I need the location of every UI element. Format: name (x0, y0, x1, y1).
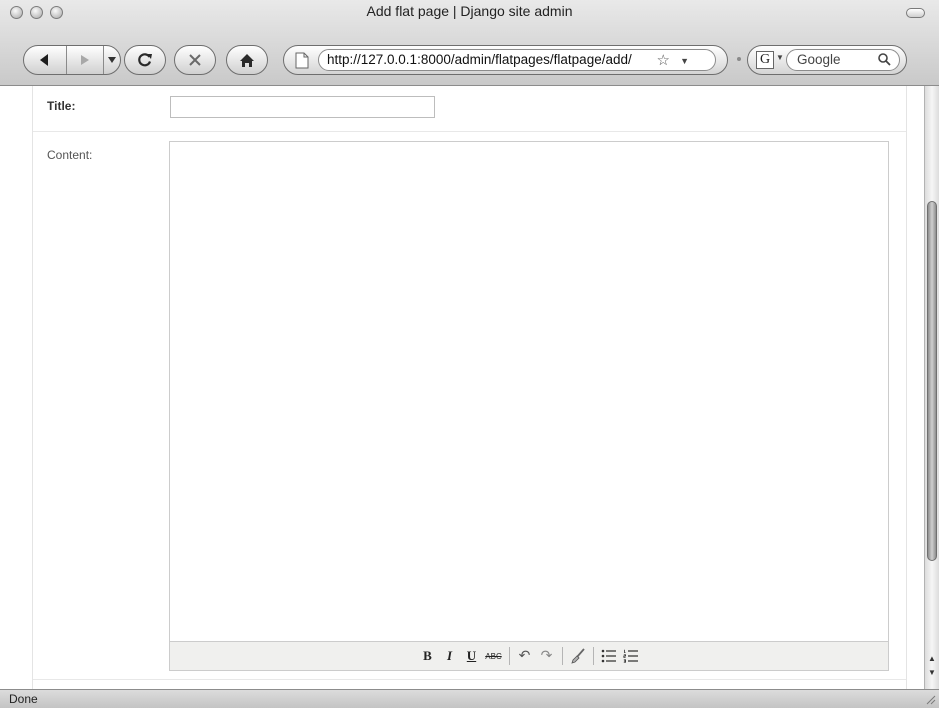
back-forward-group (23, 45, 121, 75)
search-engine-dropdown-icon[interactable]: ▼ (776, 53, 784, 62)
broom-icon (570, 648, 585, 664)
google-engine-icon[interactable]: G (756, 51, 774, 69)
search-icon (878, 53, 891, 66)
reload-icon (138, 53, 152, 67)
stop-button[interactable] (174, 45, 216, 75)
title-form-row: Title: (33, 86, 906, 132)
resize-grip-icon[interactable] (924, 693, 936, 705)
search-input[interactable]: Google (786, 49, 900, 71)
bullet-list-button[interactable] (599, 645, 619, 667)
content-label: Content: (47, 148, 93, 162)
underline-button[interactable]: U (462, 645, 482, 667)
cleanup-button[interactable] (568, 645, 588, 667)
bullet-list-icon (601, 649, 616, 663)
home-icon (240, 53, 254, 67)
url-dropdown-icon[interactable]: ▼ (680, 50, 689, 70)
title-label: Title: (47, 99, 76, 113)
title-input[interactable] (170, 96, 435, 118)
redo-button[interactable]: ↷ (537, 645, 557, 667)
toolbar-divider (561, 647, 563, 665)
scroll-down-arrow-icon[interactable]: ▼ (925, 666, 939, 678)
url-text: http://127.0.0.1:8000/admin/flatpages/fl… (327, 52, 632, 67)
bookmark-star-icon[interactable]: ☆ (654, 50, 670, 70)
search-bar: G ▼ Google (747, 45, 907, 75)
content-border-right (906, 86, 907, 689)
content-editor-textarea[interactable] (170, 142, 888, 642)
chevron-down-icon (108, 57, 116, 63)
back-button[interactable] (24, 46, 67, 74)
url-input[interactable]: http://127.0.0.1:8000/admin/flatpages/fl… (318, 49, 716, 71)
undo-button[interactable]: ↶ (515, 645, 535, 667)
scrollbar-thumb[interactable] (927, 201, 937, 561)
scroll-up-arrow-icon[interactable]: ▲ (925, 652, 939, 664)
form-row-divider (33, 679, 906, 680)
browser-chrome: Add flat page | Django site admin http:/… (0, 0, 939, 86)
history-dropdown-button[interactable] (103, 46, 120, 74)
forward-button[interactable] (67, 46, 103, 74)
toolbar-toggle-button[interactable] (906, 8, 925, 18)
page-icon (291, 51, 313, 70)
reload-button[interactable] (124, 45, 166, 75)
strikethrough-button[interactable]: ABC (484, 645, 504, 667)
search-placeholder: Google (797, 52, 841, 67)
italic-button[interactable]: I (440, 645, 460, 667)
toolbar-separator (737, 57, 741, 61)
status-text: Done (9, 692, 38, 706)
content-editor: B I U ABC ↶ ↷ (169, 141, 889, 671)
back-icon (40, 54, 48, 66)
stop-icon (189, 54, 201, 66)
numbered-list-icon (622, 649, 638, 663)
window-title: Add flat page | Django site admin (366, 3, 573, 19)
address-bar: http://127.0.0.1:8000/admin/flatpages/fl… (283, 45, 728, 75)
page-content: Title: Content: B I U ABC ↶ ↷ (0, 86, 924, 689)
browser-window: Add flat page | Django site admin http:/… (0, 0, 939, 708)
status-bar: Done (0, 689, 939, 708)
forward-icon (81, 55, 89, 65)
vertical-scrollbar[interactable]: ▲ ▼ (924, 86, 939, 689)
numbered-list-button[interactable] (621, 645, 641, 667)
editor-toolbar: B I U ABC ↶ ↷ (170, 641, 888, 670)
content-border-left (32, 86, 33, 689)
home-button[interactable] (226, 45, 268, 75)
bold-button[interactable]: B (418, 645, 438, 667)
toolbar-divider (592, 647, 594, 665)
toolbar-divider (508, 647, 510, 665)
navigation-toolbar: http://127.0.0.1:8000/admin/flatpages/fl… (0, 42, 939, 82)
